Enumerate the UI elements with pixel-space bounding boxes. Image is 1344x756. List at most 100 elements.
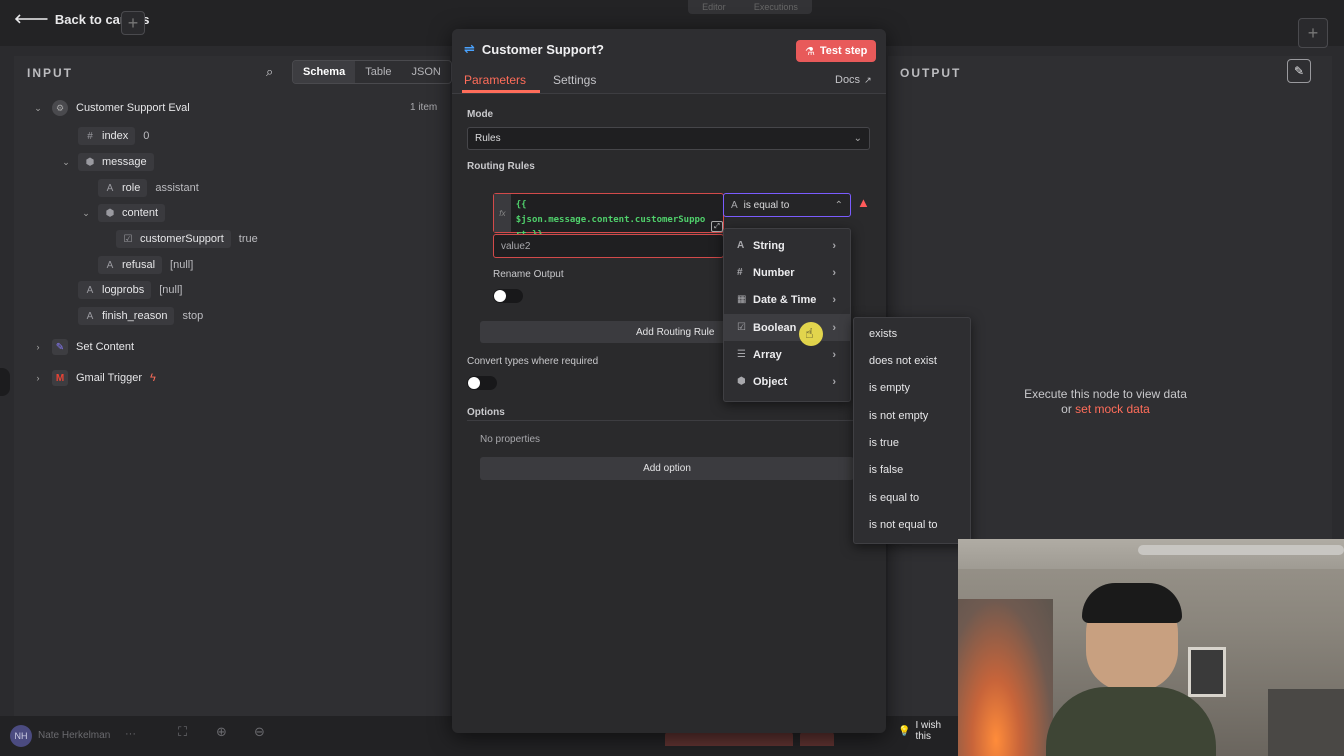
tree-node-set-content[interactable]: › ✎ Set Content <box>32 338 134 356</box>
chevron-right-icon[interactable]: › <box>32 373 44 383</box>
value2-input[interactable]: value2 <box>493 234 724 258</box>
chevron-right-icon: › <box>832 321 836 334</box>
shelf <box>1268 689 1344 756</box>
add-node-right-button[interactable]: + <box>1298 18 1328 48</box>
or-text: or <box>1061 402 1072 416</box>
operator-is-empty[interactable]: is empty <box>869 379 910 397</box>
menu-item-string[interactable]: A String › <box>724 232 850 259</box>
string-type-icon: A <box>106 182 114 194</box>
tab-editor[interactable]: Editor <box>702 2 726 12</box>
tree-row-finish-reason[interactable]: Afinish_reason stop <box>78 307 203 325</box>
tree-node-customer-support-eval[interactable]: ⌄ ⚙ Customer Support Eval <box>32 99 190 117</box>
operator-exists[interactable]: exists <box>869 325 897 343</box>
rename-output-toggle[interactable] <box>493 289 523 303</box>
object-type-icon: ⬢ <box>737 376 746 387</box>
view-table[interactable]: Table <box>355 61 401 83</box>
active-tab-underline <box>462 90 540 93</box>
chevron-right-icon[interactable]: › <box>32 342 44 352</box>
menu-item-date-time[interactable]: ▦ Date & Time › <box>724 286 850 313</box>
user-name: Nate Herkelman <box>38 730 111 741</box>
tree-row-content[interactable]: ⌄ ⬢ content <box>80 204 166 222</box>
chevron-down-icon[interactable]: ⌄ <box>60 157 72 168</box>
delete-button[interactable] <box>800 732 834 746</box>
type-dropdown-menu: A String › # Number › ▦ Date & Time › ☑ Boolean… <box>723 228 851 402</box>
boolean-operators-submenu: exists does not exist is empty is not em… <box>853 317 971 544</box>
string-type-icon: A <box>86 284 94 296</box>
divider <box>467 420 870 421</box>
convert-types-label: Convert types where required <box>467 356 599 367</box>
view-schema[interactable]: Schema <box>293 61 356 83</box>
avatar[interactable]: NH <box>10 725 32 747</box>
input-panel: INPUT ⌕ Schema Table JSON ⌄ ⚙ Customer S… <box>14 56 452 716</box>
rename-output-label: Rename Output <box>493 269 564 280</box>
operator-is-true[interactable]: is true <box>869 434 899 452</box>
modal-header: ⇌ Customer Support? ⚗ Test step Paramete… <box>452 29 886 94</box>
tab-settings[interactable]: Settings <box>553 73 596 87</box>
test-step-button[interactable]: ⚗ Test step <box>796 40 877 62</box>
tree-row-logprobs[interactable]: Alogprobs [null] <box>78 281 182 299</box>
menu-item-object[interactable]: ⬢ Object › <box>724 368 850 395</box>
chevron-down-icon[interactable]: ⌄ <box>80 208 92 219</box>
plus-icon: + <box>127 12 139 33</box>
set-mock-data-link[interactable]: set mock data <box>1075 402 1150 416</box>
operator-is-not-empty[interactable]: is not empty <box>869 407 928 425</box>
item-count: 1 item <box>410 102 438 113</box>
output-empty-state: Execute this node to view data or set mo… <box>988 387 1223 417</box>
object-type-icon: ⬢ <box>85 156 95 168</box>
tree-row-role[interactable]: Arole assistant <box>98 179 199 197</box>
add-node-button[interactable]: + <box>121 11 145 35</box>
pipe <box>1138 545 1344 555</box>
node-name: Customer Support Eval <box>76 102 190 114</box>
open-expression-editor-icon[interactable]: ⤢ <box>711 221 723 232</box>
openai-icon: ⚙ <box>52 100 68 116</box>
chevron-right-icon: › <box>832 293 836 306</box>
operator-is-false[interactable]: is false <box>869 461 903 479</box>
execute-workflow-button[interactable] <box>665 732 793 746</box>
modal-title[interactable]: Customer Support? <box>482 42 604 57</box>
array-type-icon: ☰ <box>737 349 746 360</box>
tree-row-index[interactable]: # index 0 <box>78 127 149 145</box>
fit-view-icon[interactable]: ⛶ <box>178 724 187 740</box>
mode-label: Mode <box>467 109 494 120</box>
tree-node-gmail-trigger[interactable]: › M Gmail Trigger ϟ <box>32 369 156 387</box>
chevron-down-icon[interactable]: ⌄ <box>32 103 44 114</box>
gmail-icon: M <box>52 370 68 386</box>
more-icon[interactable]: ··· <box>125 728 136 740</box>
operator-is-equal-to[interactable]: is equal to <box>869 489 919 507</box>
tree-row-refusal[interactable]: Arefusal [null] <box>98 256 193 274</box>
edit-output-button[interactable]: ✎ <box>1287 59 1311 83</box>
zoom-in-icon[interactable]: ⊕ <box>216 724 227 740</box>
add-option-button[interactable]: Add option <box>480 457 854 480</box>
menu-item-number[interactable]: # Number › <box>724 259 850 286</box>
docs-link[interactable]: Docs ↗ <box>835 74 872 86</box>
person-shirt <box>1046 687 1216 756</box>
menu-item-array[interactable]: ☰ Array › <box>724 341 850 368</box>
expression-text: {{ $json.message.content.customerSuppo r… <box>515 200 706 240</box>
tree-row-message[interactable]: ⌄ ⬢ message <box>60 153 154 171</box>
convert-types-toggle[interactable] <box>467 376 497 390</box>
tab-executions[interactable]: Executions <box>754 2 798 12</box>
person-hair <box>1082 583 1182 623</box>
number-type-icon: # <box>737 267 743 278</box>
chevron-right-icon: › <box>832 266 836 279</box>
chevron-right-icon: › <box>832 239 836 252</box>
operator-does-not-exist[interactable]: does not exist <box>869 352 937 370</box>
search-icon[interactable]: ⌕ <box>266 64 273 80</box>
zoom-out-icon[interactable]: ⊖ <box>254 724 265 740</box>
menu-item-boolean[interactable]: ☑ Boolean › <box>724 314 850 341</box>
no-properties-text: No properties <box>480 434 541 445</box>
tree-row-customer-support[interactable]: ☑ customerSupport true <box>116 230 258 248</box>
side-handle[interactable] <box>0 368 10 396</box>
operator-select[interactable]: Ais equal to ⌃ <box>723 193 851 217</box>
view-json[interactable]: JSON <box>402 61 451 83</box>
string-type-icon: A <box>731 199 738 211</box>
operator-is-not-equal-to[interactable]: is not equal to <box>869 516 938 534</box>
tab-parameters[interactable]: Parameters <box>464 73 526 87</box>
options-label: Options <box>467 407 505 418</box>
output-title: OUTPUT <box>900 66 962 80</box>
tip-text: 💡 I wish this <box>898 720 942 742</box>
mode-select[interactable]: Rules ⌄ <box>467 127 870 150</box>
expression-field[interactable]: fx {{ $json.message.content.customerSupp… <box>493 193 724 240</box>
pencil-icon: ✎ <box>1293 64 1305 78</box>
switch-node-icon: ⇌ <box>464 41 475 56</box>
